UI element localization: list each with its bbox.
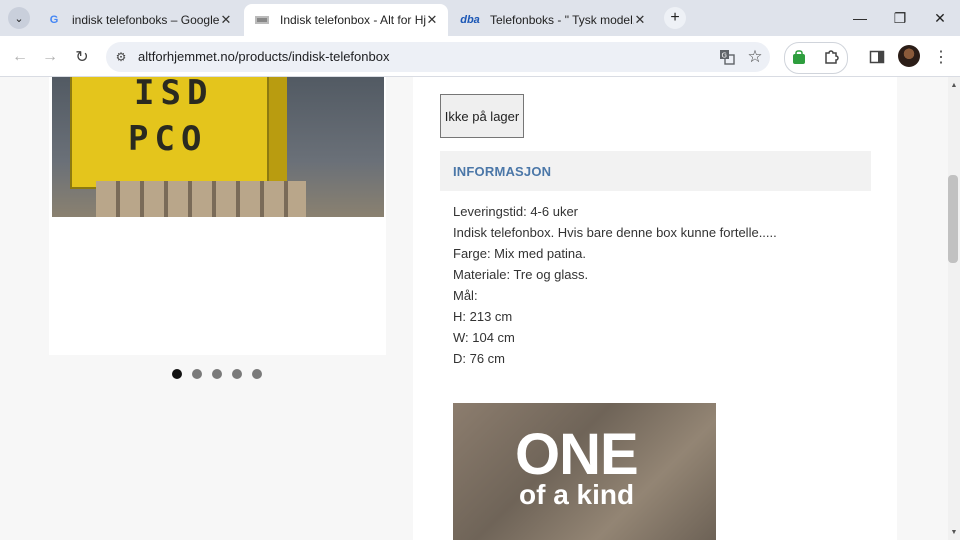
gallery-dot[interactable] — [212, 369, 222, 379]
google-icon: G — [49, 14, 59, 26]
site-icon — [254, 12, 270, 28]
gallery-dot[interactable] — [172, 369, 182, 379]
dba-icon: dba — [460, 14, 480, 26]
chevron-down-icon: ⌄ — [14, 12, 24, 25]
arrow-left-icon: ← — [12, 48, 28, 65]
reload-icon: ↻ — [75, 49, 89, 66]
scrollbar-thumb[interactable] — [948, 175, 958, 263]
tab-title: indisk telefonboks – Google S — [72, 13, 222, 27]
gallery-dot[interactable] — [192, 369, 202, 379]
tab-dba[interactable]: dba Telefonboks - " Tysk model... - ✕ — [450, 4, 656, 36]
description-line: Leveringstid: 4-6 uker — [453, 204, 579, 219]
promo-image: ONE of a kind — [453, 403, 716, 540]
puzzle-icon[interactable] — [820, 46, 842, 68]
new-tab-button[interactable]: + — [664, 7, 686, 29]
back-button[interactable]: ← — [8, 45, 32, 69]
restore-icon: ❐ — [893, 9, 907, 26]
description-line: Materiale: Tre og glass. — [453, 267, 589, 282]
translate-icon[interactable]: G — [716, 46, 738, 68]
menu-kebab-icon[interactable]: ⋮ — [930, 46, 952, 68]
close-icon[interactable]: ✕ — [632, 12, 648, 28]
promo-small-text: of a kind — [519, 479, 635, 510]
scroll-down-icon[interactable]: ▼ — [948, 526, 960, 538]
tab-search-button[interactable]: ⌄ — [8, 7, 30, 29]
description-line: D: 76 cm — [453, 351, 506, 366]
scroll-up-icon[interactable]: ▲ — [948, 79, 960, 91]
pallet — [96, 181, 306, 217]
description-line: Indisk telefonbox. Hvis bare denne box k… — [453, 225, 777, 240]
svg-text:G: G — [722, 52, 727, 60]
page-viewport: ISD PCO Ikke på lager INFORMASJON Leveri… — [0, 77, 948, 540]
promo-big-text: ONE — [515, 422, 639, 487]
restore-button[interactable]: ❐ — [888, 6, 912, 30]
image-lettering: ISD — [134, 77, 214, 113]
image-lettering: PCO — [128, 119, 208, 159]
description-line: Farge: Mix med patina. — [453, 246, 586, 261]
extension-icon[interactable] — [788, 46, 810, 68]
forward-button[interactable]: → — [38, 45, 62, 69]
profile-avatar[interactable] — [898, 45, 920, 67]
page-scrollbar[interactable] — [948, 77, 960, 540]
close-window-button[interactable]: ✕ — [928, 6, 952, 30]
tab-google-search[interactable]: G indisk telefonboks – Google S ✕ — [36, 4, 242, 36]
tab-title: Indisk telefonbox - Alt for Hjem — [280, 13, 426, 27]
info-heading: INFORMASJON — [453, 164, 552, 179]
reload-button[interactable]: ↻ — [70, 45, 94, 69]
url-text[interactable]: altforhjemmet.no/products/indisk-telefon… — [138, 49, 389, 64]
arrow-right-icon: → — [42, 48, 58, 65]
product-image[interactable]: ISD PCO — [52, 77, 384, 217]
minimize-button[interactable]: — — [848, 6, 872, 30]
close-icon: ✕ — [934, 9, 946, 26]
close-icon[interactable]: ✕ — [424, 12, 440, 28]
description-line: Mål: — [453, 288, 478, 303]
close-icon[interactable]: ✕ — [218, 12, 234, 28]
out-of-stock-button[interactable]: Ikke på lager — [440, 94, 524, 138]
tab-altforhjemmet[interactable]: Indisk telefonbox - Alt for Hjem ✕ — [244, 4, 448, 36]
description-line: H: 213 cm — [453, 309, 513, 324]
gallery-dot[interactable] — [232, 369, 242, 379]
product-description: Leveringstid: 4-6 uker Indisk telefonbox… — [453, 201, 777, 369]
gallery-dots — [172, 369, 262, 379]
crate: ISD PCO — [70, 77, 269, 189]
tab-title: Telefonboks - " Tysk model... - — [490, 13, 634, 27]
description-line: W: 104 cm — [453, 330, 515, 345]
side-panel-icon[interactable] — [866, 46, 888, 68]
bookmark-star-icon[interactable]: ☆ — [744, 46, 766, 68]
minimize-icon: — — [853, 10, 867, 26]
plus-icon: + — [670, 9, 680, 26]
site-info-icon[interactable]: ⚙ — [112, 48, 130, 66]
gallery-dot[interactable] — [252, 369, 262, 379]
